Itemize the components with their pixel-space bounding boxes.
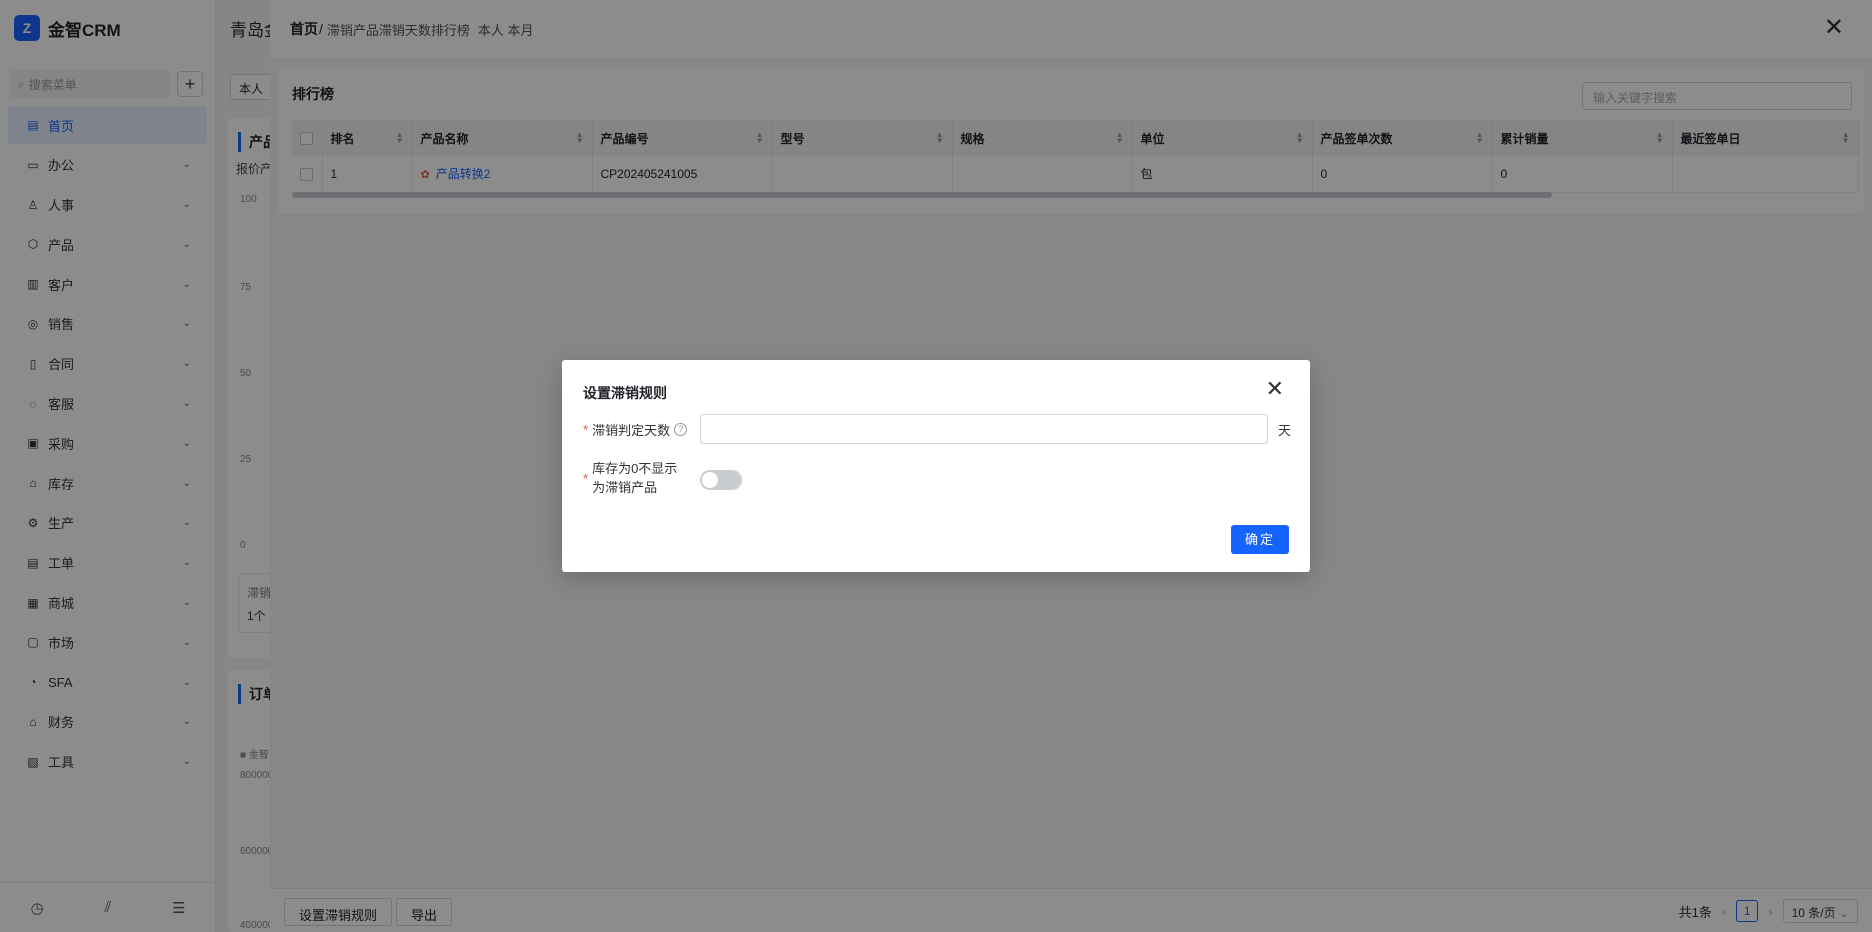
dialog-close-icon[interactable]: ✕ — [1266, 378, 1284, 400]
days-label-text: 滞销判定天数 — [592, 423, 671, 438]
days-unit: 天 — [1278, 423, 1292, 438]
dialog-title: 设置滞销规则 — [583, 385, 667, 401]
slow-sales-rule-dialog: 设置滞销规则 ✕ * 滞销判定天数 ? 天 * 库存为0不显示为滞销产品 确定 — [562, 360, 1310, 572]
required-mark: * — [583, 422, 589, 437]
zero-stock-toggle[interactable] — [700, 470, 742, 490]
zero-stock-label-text: 库存为0不显示为滞销产品 — [592, 461, 678, 495]
confirm-button[interactable]: 确定 — [1231, 525, 1289, 554]
required-mark: * — [583, 470, 589, 486]
slow-sales-days-input[interactable] — [700, 414, 1268, 444]
help-icon[interactable]: ? — [674, 423, 688, 436]
toggle-knob — [702, 472, 718, 488]
zero-stock-field-label: * 库存为0不显示为滞销产品 — [583, 459, 693, 497]
days-field-label: * 滞销判定天数 ? — [583, 420, 688, 439]
